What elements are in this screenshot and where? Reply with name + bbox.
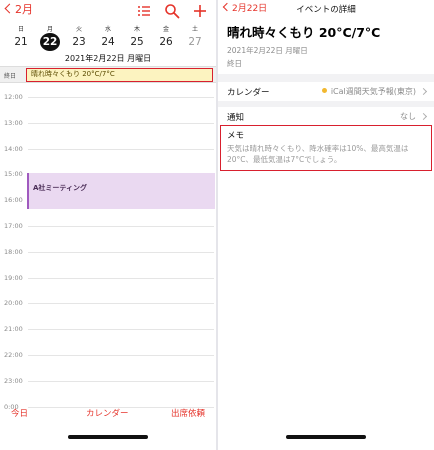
home-indicator[interactable] [68, 435, 148, 439]
bottom-toolbar: 今日 カレンダー 出席依頼 [0, 398, 216, 428]
calendar-color-dot [321, 88, 327, 93]
hour-line [28, 148, 214, 150]
date-cell[interactable]: 23 [69, 33, 89, 51]
hour-label: 18:00 [4, 247, 23, 256]
home-indicator[interactable] [286, 435, 366, 439]
date-cell-selected[interactable]: 22 [40, 33, 60, 51]
chevron-right-icon [419, 112, 428, 121]
hour-label: 21:00 [4, 325, 23, 334]
alert-row[interactable]: 通知 なし [218, 107, 434, 125]
hour-line [28, 226, 214, 227]
hour-line [28, 380, 214, 382]
date-cell[interactable]: 25 [127, 33, 147, 51]
inbox-button[interactable]: 出席依頼 [171, 407, 205, 419]
add-icon[interactable] [192, 3, 208, 19]
section-separator [218, 74, 434, 82]
calendar-row[interactable]: カレンダー iCal週間天気予報(東京) [218, 82, 434, 100]
hour-label: 16:00 [4, 196, 23, 205]
hour-label: 20:00 [4, 299, 23, 308]
all-day-row: 終日 晴れ時々くもり 20°C/7°C [0, 66, 216, 83]
hour-row[interactable]: 20:00 [0, 299, 216, 307]
alert-value: なし [400, 112, 416, 121]
hour-line [28, 122, 214, 124]
weekday-label: 日 [17, 26, 24, 33]
month-back-button[interactable]: 2月 [4, 3, 33, 17]
memo-heading: メモ [227, 131, 245, 141]
back-to-day-label: 2月22日 [232, 4, 268, 14]
chevron-right-icon [419, 87, 428, 96]
hour-label: 14:00 [4, 144, 23, 153]
date-cell[interactable]: 24 [98, 33, 118, 51]
date-cell[interactable]: 27 [185, 33, 205, 51]
hour-label: 23:00 [4, 376, 23, 385]
all-day-event[interactable]: 晴れ時々くもり 20°C/7°C [26, 68, 213, 82]
calendar-label: カレンダー [227, 88, 270, 98]
hour-label: 22:00 [4, 351, 23, 359]
alert-label: 通知 [227, 113, 245, 123]
hour-label: 17:00 [4, 222, 23, 230]
list-icon[interactable] [136, 3, 152, 19]
hour-line [28, 303, 214, 305]
calendar-value: iCal週間天気予報(東京) [321, 86, 416, 97]
hour-line [28, 97, 214, 98]
memo-section[interactable]: メモ 天気は晴れ時々くもり、降水確率は10%、最高気温は20°C、最低気温は7°… [220, 125, 432, 171]
date-cell[interactable]: 26 [156, 33, 176, 51]
weekday-label: 金 [162, 26, 169, 33]
event-allday: 終日 [227, 59, 242, 68]
weekday-label: 土 [191, 26, 198, 33]
hour-row[interactable]: 23:00 [0, 377, 216, 385]
weekday-label: 水 [104, 26, 111, 33]
calendars-button[interactable]: カレンダー [86, 407, 129, 419]
search-icon[interactable] [164, 3, 180, 19]
today-button[interactable]: 今日 [11, 407, 28, 419]
detail-nav-bar: イベントの詳細 2月22日 [218, 0, 434, 18]
event-detail-screen: イベントの詳細 2月22日 晴れ時々くもり 20°C/7°C 2021年2月22… [218, 0, 434, 450]
event-title: 晴れ時々くもり 20°C/7°C [227, 25, 381, 40]
day-view-toolbar: 2月 [0, 0, 216, 22]
hour-line [28, 251, 214, 253]
chevron-left-icon [222, 2, 232, 12]
hour-row[interactable]: 12:00 [0, 93, 216, 101]
weekday-label: 月 [46, 26, 53, 33]
hour-row[interactable]: 22:00 [0, 351, 216, 359]
week-date-strip: 21 22 23 24 25 26 27 [0, 33, 216, 51]
weekday-label: 火 [75, 26, 82, 33]
chevron-left-icon [4, 3, 15, 14]
hour-row[interactable]: 18:00 [0, 248, 216, 256]
weekday-label: 木 [133, 26, 140, 33]
hour-line [28, 277, 214, 279]
month-back-label: 2月 [15, 3, 33, 16]
full-date-label: 2021年2月22日 月曜日 [64, 54, 152, 63]
event-date: 2021年2月22日 月曜日 [227, 46, 308, 55]
hour-label: 12:00 [4, 93, 23, 101]
meeting-event[interactable]: A社ミーティング [27, 173, 215, 209]
back-to-day-button[interactable]: 2月22日 [222, 2, 268, 15]
memo-text: 天気は晴れ時々くもり、降水確率は10%、最高気温は20°C、最低気温は7°Cでし… [227, 144, 409, 164]
hour-label: 13:00 [4, 118, 23, 127]
date-cell[interactable]: 21 [11, 33, 31, 51]
hour-row[interactable]: 14:00 [0, 145, 216, 153]
hour-row[interactable]: 19:00 [0, 274, 216, 282]
hour-row[interactable]: 21:00 [0, 325, 216, 333]
hour-line [28, 329, 214, 331]
hour-line [28, 355, 214, 356]
hour-row[interactable]: 17:00 [0, 222, 216, 230]
hour-label: 19:00 [4, 273, 23, 282]
hour-label: 15:00 [4, 170, 23, 179]
weekday-header: 日 月 火 水 木 金 土 [0, 24, 216, 33]
all-day-label: 終日 [4, 73, 17, 80]
meeting-event-title: A社ミーティング [33, 184, 87, 192]
calendar-value-text: iCal週間天気予報(東京) [330, 87, 416, 96]
hour-row[interactable]: 13:00 [0, 119, 216, 127]
day-view-screen: 2月 日 月 火 水 木 金 土 21 22 23 24 25 26 27 20 [0, 0, 216, 450]
